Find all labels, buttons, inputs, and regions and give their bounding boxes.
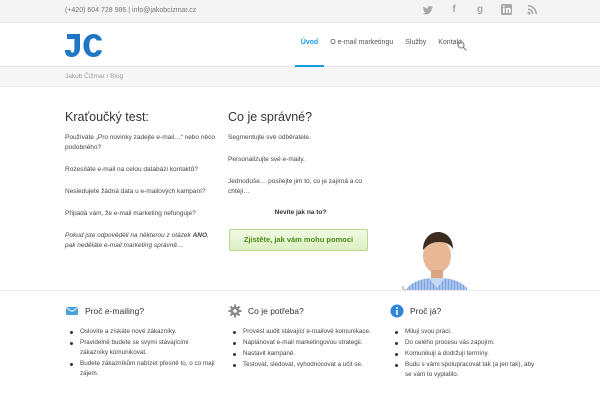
feature-title-text: Co je potřeba? — [248, 306, 304, 316]
note-prefix: Pokud jste odpověděli na některou z otáz… — [65, 232, 193, 239]
list-item: Pravidelně budete se svými stávajícími z… — [70, 338, 215, 358]
linkedin-icon[interactable] — [500, 4, 512, 16]
feature-list: Miluji svou práci. Do celého procesu vás… — [395, 327, 540, 380]
correct-tip: Jednoduše… posílejte jim to, co je zajím… — [228, 178, 363, 195]
nav-item-uvod[interactable]: Úvod — [294, 23, 325, 67]
correct-title: Co je správné? — [228, 110, 313, 124]
main-nav: Úvod O e-mail marketingu Služby Kontakt — [294, 23, 468, 67]
quick-test-title: Kraťoučký test: — [65, 110, 149, 124]
feature-title-text: Proč e-mailing? — [85, 306, 145, 316]
main-content: Kraťoučký test: Používáte „Pro novinky z… — [0, 88, 600, 376]
dont-know-text: Nevíte jak na to? — [274, 209, 327, 216]
feature-what-is-needed: Co je potřeba? Provést audit stávající e… — [228, 303, 378, 371]
list-item: Provést audit stávající e-mailové komuni… — [233, 327, 378, 337]
quick-test-question: Připadá vám, že e-mail marketing nefungu… — [65, 210, 196, 217]
quick-test-question: Nesledujete žádná data u e-mailových kam… — [65, 188, 206, 195]
feature-list: Oslovíte a získáte nové zákazníky. Pravi… — [70, 327, 215, 379]
list-item: Nastavit kampaně. — [233, 349, 378, 359]
correct-column: Co je správné? Segmentujte své odběratel… — [228, 110, 373, 216]
features-section: Proč e-mailing? Oslovíte a získáte nové … — [0, 290, 600, 400]
quick-test-note: Pokud jste odpověděli na některou z otáz… — [65, 231, 215, 251]
info-icon — [390, 304, 404, 318]
twitter-icon[interactable] — [422, 4, 434, 16]
feature-why-me: Proč já? Miluji svou práci. Do celého pr… — [390, 303, 540, 381]
gear-icon — [228, 304, 242, 318]
feature-title: Co je potřeba? — [228, 303, 378, 319]
contact-info: (+420) 604 728 986 | info@jakobcizmar.cz — [65, 7, 197, 14]
nav-item-email-marketing[interactable]: O e-mail marketingu — [324, 23, 399, 67]
list-item: Do celého procesu vás zapojím. — [395, 338, 540, 348]
site-logo[interactable] — [64, 30, 104, 60]
email-icon — [65, 304, 79, 318]
note-bold: ANO — [192, 232, 208, 239]
list-item: Naplánovat e-mail marketingovou strategi… — [233, 338, 378, 348]
social-links: f g — [422, 4, 538, 16]
list-item: Komunikuji a dodržuji termíny. — [395, 349, 540, 359]
feature-title: Proč já? — [390, 303, 540, 319]
google-plus-icon[interactable]: g — [474, 4, 486, 16]
feature-list: Provést audit stávající e-mailové komuni… — [233, 327, 378, 370]
quick-test-question: Používáte „Pro novinky zadejte e-mail…“ … — [65, 134, 215, 151]
rss-icon[interactable] — [526, 4, 538, 16]
feature-why-emailing: Proč e-mailing? Oslovíte a získáte nové … — [65, 303, 215, 380]
correct-tip: Personalizujte své e-maily. — [228, 156, 305, 163]
facebook-icon[interactable]: f — [448, 4, 460, 16]
feature-title-text: Proč já? — [410, 306, 442, 316]
list-item: Oslovíte a získáte nové zákazníky. — [70, 327, 215, 337]
correct-tip: Segmentujte své odběratele. — [228, 134, 311, 141]
quick-test-column: Kraťoučký test: Používáte „Pro novinky z… — [65, 110, 215, 263]
list-item: Miluji svou práci. — [395, 327, 540, 337]
list-item: Budete zákazníkům nabízet přesně to, o c… — [70, 359, 215, 379]
list-item: Budu s vámi spolupracovat tak (a jen tak… — [395, 360, 540, 380]
search-icon[interactable] — [457, 38, 467, 51]
quick-test-question: Rozesíláte e-mail na celou databázi kont… — [65, 166, 198, 173]
nav-item-sluzby[interactable]: Služby — [399, 23, 432, 67]
feature-title: Proč e-mailing? — [65, 303, 215, 319]
breadcrumb[interactable]: Jakub Čižmar / Blog — [65, 73, 123, 80]
list-item: Testovat, sledovat, vyhodnocovat a učit … — [233, 360, 378, 370]
cta-button[interactable]: Zjistěte, jak vám mohu pomoci — [229, 229, 368, 251]
top-bar: (+420) 604 728 986 | info@jakobcizmar.cz… — [0, 0, 600, 23]
breadcrumb-bar: Jakub Čižmar / Blog — [0, 67, 600, 87]
site-header: Úvod O e-mail marketingu Služby Kontakt — [0, 23, 600, 67]
